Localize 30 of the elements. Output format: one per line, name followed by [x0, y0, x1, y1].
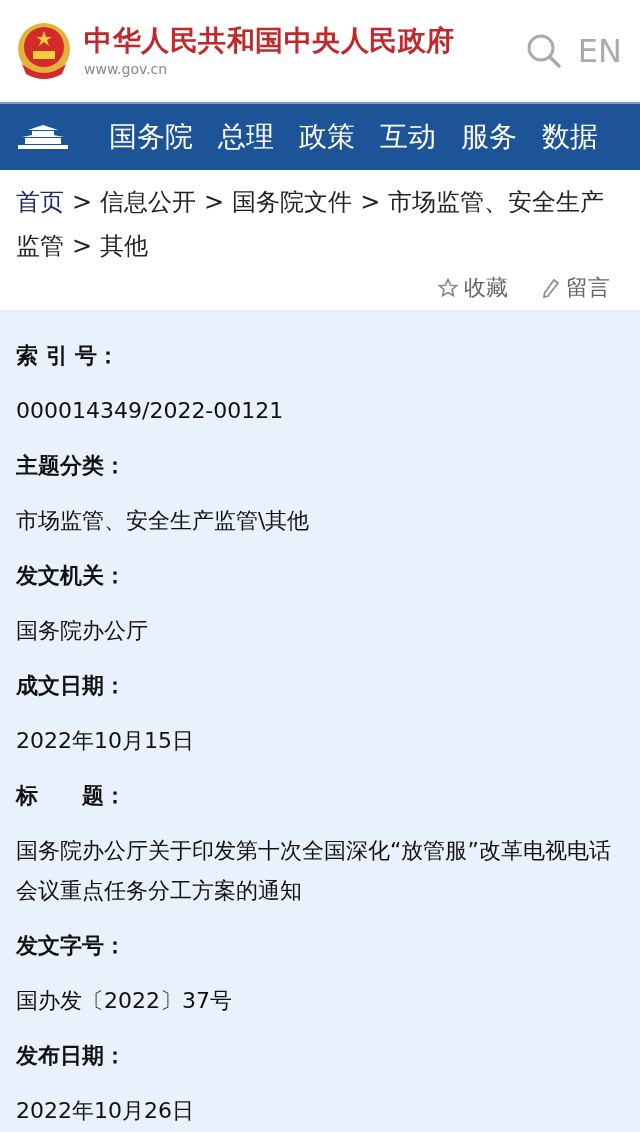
field-value: 国务院办公厅 — [16, 617, 149, 645]
star-icon — [438, 278, 458, 298]
nav-tab[interactable]: 总理 — [218, 118, 274, 156]
nav-tab[interactable]: 服务 — [461, 118, 517, 156]
site-title: 中华人民共和国中央人民政府 — [84, 24, 456, 58]
field-value: 2022年10月15日 — [16, 727, 195, 755]
building-icon[interactable] — [16, 124, 70, 150]
field-label: 成文日期： — [16, 672, 127, 700]
field-label: 标 题： — [16, 782, 127, 810]
favorite-button[interactable]: 收藏 — [438, 268, 508, 308]
field-value: 2022年10月26日 — [16, 1097, 195, 1125]
nav-tab[interactable]: 互动 — [380, 118, 436, 156]
field-value: 000014349/2022-00121 — [16, 397, 285, 425]
site-url: www.gov.cn — [84, 60, 169, 78]
field-label: 发文字号： — [16, 932, 127, 960]
nav-tab[interactable]: 数据 — [542, 118, 598, 156]
field-value: 国办发〔2022〕37号 — [16, 987, 233, 1015]
pencil-icon — [542, 278, 560, 298]
field-label: 发布日期： — [16, 1042, 127, 1070]
field-label: 主题分类： — [16, 452, 127, 480]
emblem-icon — [16, 22, 72, 80]
field-label: 索 引 号： — [16, 342, 121, 370]
comment-button[interactable]: 留言 — [542, 268, 610, 308]
field-value: 市场监管、安全生产监管\其他 — [16, 507, 311, 535]
field-label: 发文机关： — [16, 562, 127, 590]
nav-tab[interactable]: 国务院 — [109, 118, 193, 156]
breadcrumb: 首页 > 信息公开 > 国务院文件 > 市场监管、安全生产监管 > 其他 — [16, 188, 605, 260]
nav-tab[interactable]: 政策 — [299, 118, 355, 156]
breadcrumb-link[interactable]: 首页 — [16, 188, 64, 216]
field-value: 国务院办公厅关于印发第十次全国深化“放管服”改革电视电话会议重点任务分工方案的通知 — [16, 837, 612, 905]
